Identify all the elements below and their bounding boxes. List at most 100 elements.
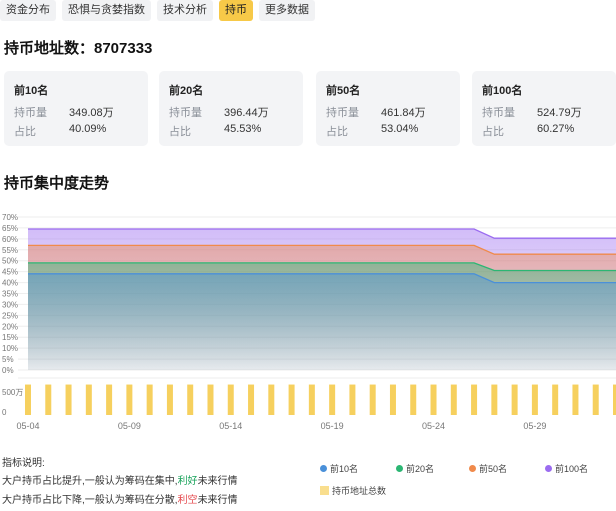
- card-name: 前100名: [482, 85, 523, 97]
- legend-swatch-icon: [320, 486, 329, 495]
- address-count-title: 持币地址数：8707333: [4, 40, 153, 57]
- amount-value: 396.44万: [224, 107, 269, 119]
- legend-top50[interactable]: 前50名: [469, 462, 507, 475]
- ratio-label: 占比: [14, 126, 36, 138]
- concentration-trend-chart[interactable]: 70% 65% 60% 55% 50% 45% 40% 35%30% 25% 20% 15% 10% 5…: [0, 205, 616, 435]
- holder-card-top20: 前20名 持币量 396.44万 占比 45.53%: [159, 71, 303, 146]
- address-bar: [430, 384, 437, 415]
- x-tick-label: 05-09: [118, 421, 141, 431]
- tab-fund-distribution[interactable]: 资金分布: [0, 0, 56, 21]
- address-bar: [146, 384, 153, 415]
- trend-section-title: 持币集中度走势: [4, 175, 110, 192]
- address-bar: [369, 384, 376, 415]
- y-tick-label: 60%: [2, 235, 18, 244]
- holder-card-top10: 前10名 持币量 349.08万 占比 40.09%: [4, 71, 148, 146]
- note-text: 大户持币占比提升,一般认为筹码在集中,: [2, 476, 178, 487]
- address-bar: [106, 384, 113, 415]
- x-tick-label: 05-19: [321, 421, 344, 431]
- address-bar: [25, 384, 31, 415]
- address-bar: [85, 384, 92, 415]
- card-name: 前10名: [14, 85, 49, 97]
- series-area-1: [28, 273, 616, 370]
- y-tick-label: 40%: [2, 279, 18, 288]
- address-axis-tick: 0: [2, 408, 7, 417]
- y-tick-label: 50%: [2, 257, 18, 266]
- amount-label: 持币量: [14, 107, 47, 119]
- tab-more-data[interactable]: 更多数据: [259, 0, 315, 21]
- note-text: 大户持币占比下降,一般认为筹码在分散,: [2, 495, 178, 506]
- address-bar: [349, 384, 356, 415]
- note-text: 未来行情: [197, 476, 238, 487]
- address-bar: [248, 384, 255, 415]
- holder-card-top50: 前50名 持币量 461.84万 占比 53.04%: [316, 71, 460, 146]
- legend-top20[interactable]: 前20名: [396, 462, 434, 475]
- ratio-value: 45.53%: [224, 123, 262, 135]
- tab-fear-greed-index[interactable]: 恐惧与贪婪指数: [62, 0, 151, 21]
- legend-label: 前10名: [330, 464, 359, 474]
- amount-label: 持币量: [482, 107, 515, 119]
- ratio-value: 60.27%: [537, 123, 575, 135]
- address-bar: [592, 384, 599, 415]
- legend-address-total[interactable]: 持币地址总数: [320, 484, 386, 497]
- y-tick-label: 10%: [2, 344, 18, 353]
- card-name: 前20名: [169, 85, 204, 97]
- indicator-note-bullish: 大户持币占比提升,一般认为筹码在集中,利好未来行情: [2, 472, 238, 487]
- y-tick-label: 30%: [2, 300, 18, 309]
- y-tick-label: 15%: [2, 333, 18, 342]
- address-bar: [288, 384, 295, 415]
- address-bar: [187, 384, 194, 415]
- bullish-tag: 利好: [177, 476, 198, 487]
- address-bar: [471, 384, 478, 415]
- amount-label: 持币量: [326, 107, 359, 119]
- address-bar: [65, 384, 72, 415]
- bearish-tag: 利空: [177, 495, 198, 506]
- amount-value: 524.79万: [537, 107, 582, 119]
- address-bar: [126, 384, 133, 415]
- legend-top100[interactable]: 前100名: [545, 462, 588, 475]
- legend-dot-icon: [320, 465, 327, 472]
- amount-value: 349.08万: [69, 107, 114, 119]
- card-name: 前50名: [326, 85, 361, 97]
- y-tick-label: 5%: [2, 355, 14, 364]
- x-tick-label: 05-24: [422, 421, 445, 431]
- y-tick-label: 0%: [2, 366, 14, 375]
- amount-value: 461.84万: [381, 107, 426, 119]
- tab-bar: 资金分布 恐惧与贪婪指数 技术分析 持币 更多数据: [0, 0, 315, 22]
- legend-top10[interactable]: 前10名: [320, 462, 358, 475]
- address-bar: [450, 384, 457, 415]
- address-bar: [268, 384, 275, 415]
- tab-technical-analysis[interactable]: 技术分析: [157, 0, 213, 21]
- address-bar: [329, 384, 336, 415]
- ratio-value: 53.04%: [381, 123, 419, 135]
- address-bar: [389, 384, 396, 415]
- address-bar: [531, 384, 538, 415]
- y-tick-label: 55%: [2, 246, 18, 255]
- legend-label: 持币地址总数: [332, 486, 387, 496]
- ratio-label: 占比: [169, 126, 191, 138]
- amount-label: 持币量: [169, 107, 202, 119]
- y-tick-label: 20%: [2, 322, 18, 331]
- address-bar: [308, 384, 315, 415]
- note-text: 未来行情: [197, 495, 238, 506]
- address-bar: [227, 384, 234, 415]
- legend-label: 前20名: [406, 464, 435, 474]
- y-tick-label: 70%: [2, 213, 18, 222]
- tab-holdings[interactable]: 持币: [219, 0, 253, 21]
- address-bar: [45, 384, 52, 415]
- legend-dot-icon: [396, 465, 403, 472]
- legend-dot-icon: [545, 465, 552, 472]
- y-tick-label: 25%: [2, 311, 18, 320]
- ratio-label: 占比: [326, 126, 348, 138]
- legend-dot-icon: [469, 465, 476, 472]
- ratio-value: 40.09%: [69, 123, 107, 135]
- x-tick-label: 05-04: [16, 421, 39, 431]
- legend-label: 前50名: [479, 464, 508, 474]
- y-tick-label: 35%: [2, 290, 18, 299]
- y-tick-label: 45%: [2, 268, 18, 277]
- ratio-label: 占比: [482, 126, 504, 138]
- address-bar: [410, 384, 417, 415]
- address-bar: [552, 384, 559, 415]
- legend-label: 前100名: [555, 464, 589, 474]
- y-tick-label: 65%: [2, 224, 18, 233]
- indicator-note-title: 指标说明:: [2, 458, 45, 469]
